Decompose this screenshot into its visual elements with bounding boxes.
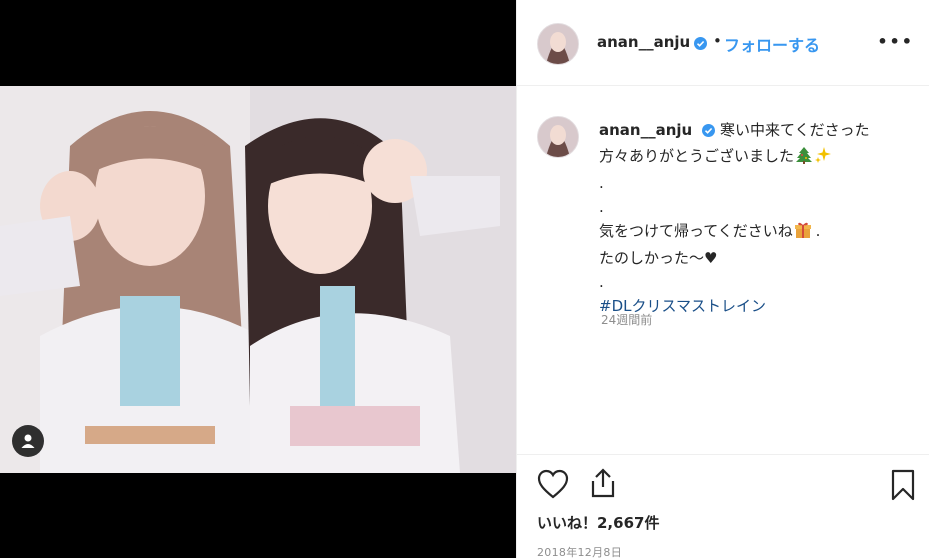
post-actions: いいね！2,667件 2018年12月8日 bbox=[517, 454, 929, 559]
photo-illustration bbox=[0, 86, 516, 473]
caption-line-2: 方々ありがとうございました bbox=[599, 144, 899, 171]
caption-text-line: 寒い中来てくださった bbox=[720, 121, 870, 139]
post-username[interactable]: anan__anju bbox=[597, 33, 690, 51]
like-count[interactable]: いいね！2,667件 bbox=[537, 512, 659, 533]
user-icon bbox=[21, 434, 35, 448]
caption-line-1: anan__anju 寒い中来てくださった bbox=[599, 118, 899, 144]
post-media-area bbox=[0, 0, 516, 558]
caption-line-6: たのしかった〜♥ bbox=[599, 249, 718, 267]
caption-line-4: . bbox=[599, 198, 604, 216]
avatar[interactable] bbox=[537, 116, 579, 158]
gift-icon bbox=[794, 222, 811, 246]
tagged-users-button[interactable] bbox=[12, 425, 44, 457]
bookmark-icon[interactable] bbox=[890, 469, 916, 505]
verified-badge-icon bbox=[702, 120, 716, 144]
caption-username[interactable]: anan__anju bbox=[599, 121, 692, 139]
avatar[interactable] bbox=[537, 23, 579, 65]
caption-text-suffix: . bbox=[810, 222, 821, 240]
caption-time-ago[interactable]: 24週間前 bbox=[601, 311, 652, 328]
heart-icon[interactable] bbox=[537, 469, 569, 503]
separator-dot: • bbox=[713, 32, 722, 50]
share-icon[interactable] bbox=[589, 467, 617, 503]
caption-area: anan__anju 寒い中来てくださった 方々ありがとうございました . . … bbox=[517, 86, 929, 454]
caption-text-line: 気をつけて帰ってくださいね bbox=[599, 222, 793, 240]
post-info-panel: anan__anju • フォローする ••• anan__anju 寒い中来て… bbox=[516, 0, 929, 559]
verified-badge-icon bbox=[694, 35, 707, 54]
post-header: anan__anju • フォローする ••• bbox=[517, 0, 929, 86]
more-options-icon[interactable]: ••• bbox=[877, 32, 914, 51]
avatar-image bbox=[538, 24, 578, 64]
caption-line-5: 気をつけて帰ってくださいね . bbox=[599, 219, 899, 246]
christmas-tree-icon bbox=[796, 146, 813, 171]
sparkles-icon bbox=[814, 146, 832, 171]
follow-button[interactable]: フォローする bbox=[724, 32, 820, 56]
avatar-image bbox=[538, 117, 578, 157]
caption-line-7: . bbox=[599, 273, 604, 291]
caption-line-3: . bbox=[599, 174, 604, 192]
post-photo[interactable] bbox=[0, 86, 516, 473]
caption-text: anan__anju 寒い中来てくださった 方々ありがとうございました . . … bbox=[599, 118, 899, 318]
caption-text-line: 方々ありがとうございました bbox=[599, 147, 795, 165]
